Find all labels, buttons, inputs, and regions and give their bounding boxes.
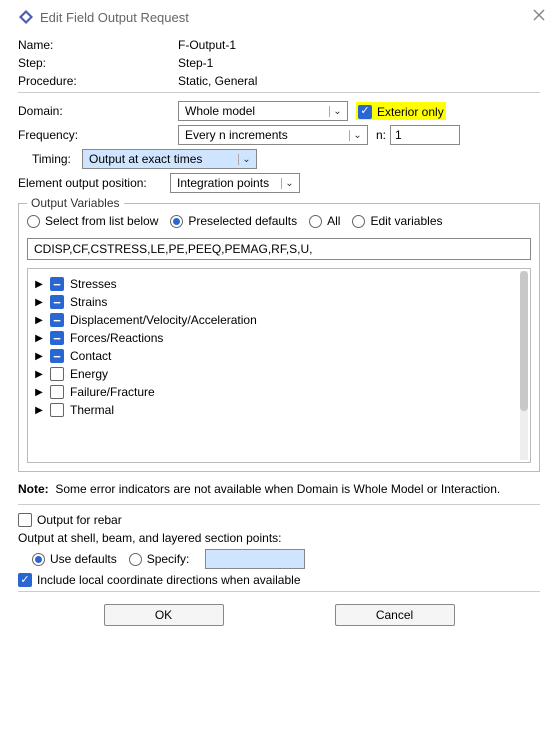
check-icon: ✓	[18, 573, 32, 587]
expand-icon[interactable]: ▶	[34, 369, 44, 380]
tree-item[interactable]: ▶−Forces/Reactions	[32, 329, 526, 347]
tree-item-label: Forces/Reactions	[70, 331, 163, 345]
domain-select-value: Whole model	[185, 104, 255, 118]
tree-item[interactable]: ▶ Failure/Fracture	[32, 383, 526, 401]
tree-item[interactable]: ▶ Thermal	[32, 401, 526, 419]
variables-tree[interactable]: ▶−Stresses▶−Strains▶−Displacement/Veloci…	[27, 268, 531, 463]
exterior-label: Exterior only	[377, 105, 444, 119]
element-output-value: Integration points	[177, 176, 269, 190]
radio-all[interactable]: All	[309, 214, 340, 228]
partial-check-icon[interactable]: −	[50, 331, 64, 345]
expand-icon[interactable]: ▶	[34, 405, 44, 416]
partial-check-icon[interactable]: −	[50, 277, 64, 291]
checkbox-icon[interactable]	[50, 403, 64, 417]
frequency-select-value: Every n increments	[185, 128, 288, 142]
radio-select-list[interactable]: Select from list below	[27, 214, 158, 228]
tree-item[interactable]: ▶−Displacement/Velocity/Acceleration	[32, 311, 526, 329]
chevron-down-icon: ⌄	[329, 106, 345, 117]
domain-select[interactable]: Whole model ⌄	[178, 101, 348, 121]
procedure-value: Static, General	[178, 74, 257, 88]
exterior-highlight: ✓ Exterior only	[356, 102, 446, 120]
expand-icon[interactable]: ▶	[34, 315, 44, 326]
variables-input[interactable]	[27, 238, 531, 260]
tree-item-label: Displacement/Velocity/Acceleration	[70, 313, 257, 327]
radio-icon	[32, 553, 45, 566]
tree-item[interactable]: ▶ Energy	[32, 365, 526, 383]
radio-icon	[129, 553, 142, 566]
radio-icon	[27, 215, 40, 228]
exterior-checkbox[interactable]: ✓ Exterior only	[358, 105, 444, 119]
footer: OK Cancel	[18, 604, 540, 626]
tree-item[interactable]: ▶−Contact	[32, 347, 526, 365]
radio-icon	[170, 215, 183, 228]
rebar-label: Output for rebar	[37, 513, 122, 527]
name-value: F-Output-1	[178, 38, 236, 52]
radio-edit[interactable]: Edit variables	[352, 214, 442, 228]
expand-icon[interactable]: ▶	[34, 387, 44, 398]
cancel-button[interactable]: Cancel	[335, 604, 455, 626]
radio-specify[interactable]: Specify:	[129, 552, 190, 566]
radio-icon	[309, 215, 322, 228]
output-variables-legend: Output Variables	[27, 196, 124, 210]
partial-check-icon[interactable]: −	[50, 295, 64, 309]
tree-item-label: Strains	[70, 295, 107, 309]
tree-item[interactable]: ▶−Strains	[32, 293, 526, 311]
app-icon	[18, 9, 34, 25]
procedure-label: Procedure:	[18, 74, 178, 88]
ok-button[interactable]: OK	[104, 604, 224, 626]
step-value: Step-1	[178, 56, 213, 70]
scrollbar-thumb[interactable]	[520, 271, 528, 411]
note-text: Some error indicators are not available …	[55, 482, 500, 496]
expand-icon[interactable]: ▶	[34, 279, 44, 290]
n-label: n:	[376, 128, 386, 142]
element-output-select[interactable]: Integration points ⌄	[170, 173, 300, 193]
radio-preselected[interactable]: Preselected defaults	[170, 214, 297, 228]
radio-use-defaults[interactable]: Use defaults	[32, 552, 117, 566]
close-icon[interactable]	[532, 8, 546, 25]
checkbox-icon	[18, 513, 32, 527]
dialog-title: Edit Field Output Request	[40, 10, 189, 25]
expand-icon[interactable]: ▶	[34, 297, 44, 308]
note: Note: Some error indicators are not avai…	[18, 482, 540, 496]
local-coord-label: Include local coordinate directions when…	[37, 573, 301, 587]
radio-icon	[352, 215, 365, 228]
tree-item-label: Stresses	[70, 277, 117, 291]
chevron-down-icon: ⌄	[281, 178, 297, 189]
titlebar: Edit Field Output Request	[18, 0, 540, 34]
tree-item-label: Thermal	[70, 403, 114, 417]
output-variables-fieldset: Output Variables Select from list below …	[18, 203, 540, 472]
tree-item-label: Energy	[70, 367, 108, 381]
name-label: Name:	[18, 38, 178, 52]
tree-item[interactable]: ▶−Stresses	[32, 275, 526, 293]
divider	[18, 92, 540, 93]
n-input[interactable]	[390, 125, 460, 145]
chevron-down-icon: ⌄	[349, 130, 365, 141]
expand-icon[interactable]: ▶	[34, 351, 44, 362]
chevron-down-icon: ⌄	[238, 154, 254, 165]
expand-icon[interactable]: ▶	[34, 333, 44, 344]
check-icon: ✓	[358, 105, 372, 119]
timing-select-value: Output at exact times	[89, 152, 202, 166]
partial-check-icon[interactable]: −	[50, 313, 64, 327]
divider	[18, 591, 540, 592]
frequency-select[interactable]: Every n increments ⌄	[178, 125, 368, 145]
specify-input[interactable]	[205, 549, 305, 569]
frequency-label: Frequency:	[18, 128, 178, 142]
dialog: Edit Field Output Request Name: F-Output…	[0, 0, 558, 750]
local-coord-checkbox[interactable]: ✓ Include local coordinate directions wh…	[18, 573, 301, 587]
timing-label: Timing:	[32, 152, 82, 166]
section-points-label: Output at shell, beam, and layered secti…	[18, 531, 282, 545]
note-prefix: Note:	[18, 482, 49, 496]
checkbox-icon[interactable]	[50, 367, 64, 381]
partial-check-icon[interactable]: −	[50, 349, 64, 363]
rebar-checkbox[interactable]: Output for rebar	[18, 513, 122, 527]
step-label: Step:	[18, 56, 178, 70]
tree-item-label: Failure/Fracture	[70, 385, 155, 399]
divider	[18, 504, 540, 505]
domain-label: Domain:	[18, 104, 178, 118]
element-output-label: Element output position:	[18, 176, 170, 190]
checkbox-icon[interactable]	[50, 385, 64, 399]
timing-select[interactable]: Output at exact times ⌄	[82, 149, 257, 169]
tree-item-label: Contact	[70, 349, 111, 363]
